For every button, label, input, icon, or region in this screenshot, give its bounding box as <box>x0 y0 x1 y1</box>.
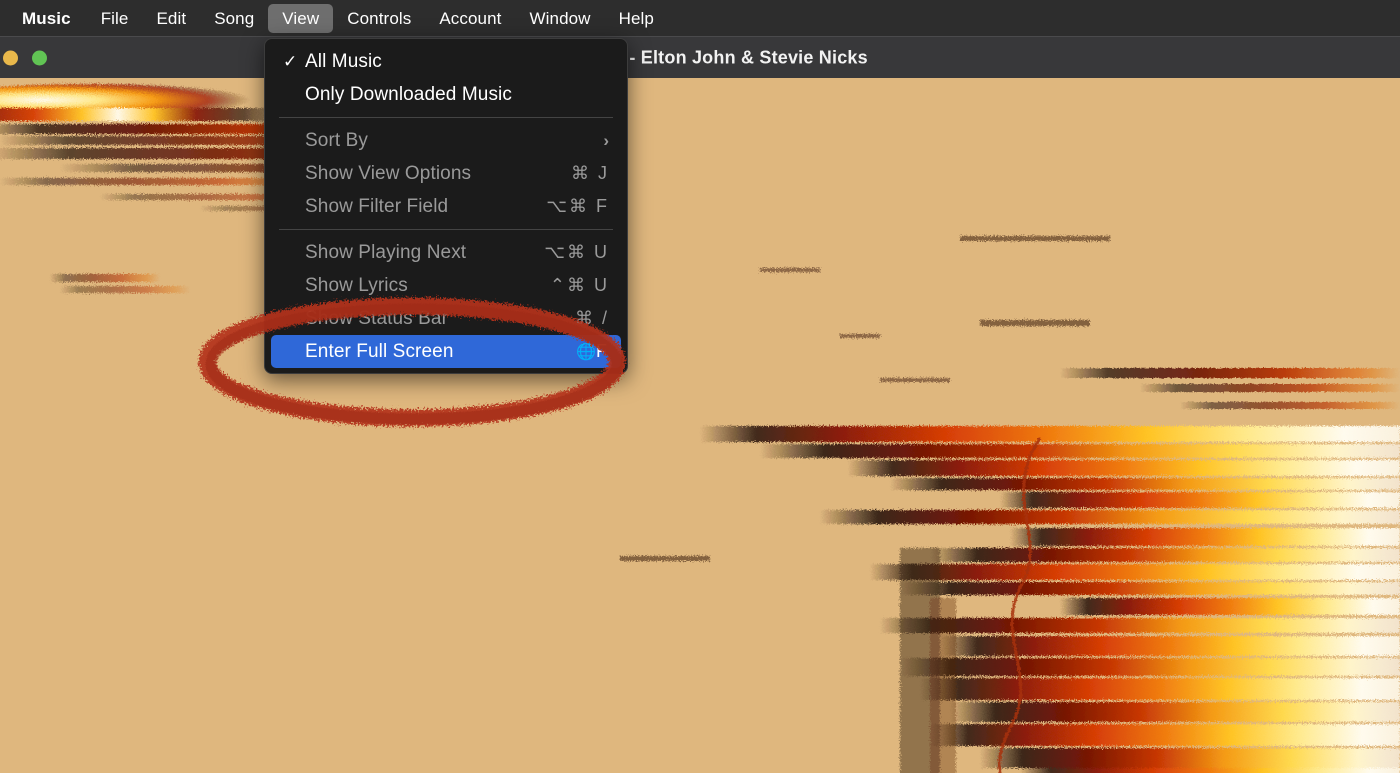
menu-item-show-view-options[interactable]: Show View Options ⌘ J <box>271 157 621 190</box>
menu-separator <box>279 229 613 230</box>
menu-bar: Music File Edit Song View Controls Accou… <box>0 0 1400 36</box>
menubar-item-window[interactable]: Window <box>516 4 605 33</box>
menu-item-label: Show Status Bar <box>305 307 449 329</box>
menu-item-label: Sort By <box>305 129 368 151</box>
menu-item-all-music[interactable]: ✓ All Music <box>271 45 621 78</box>
menubar-item-edit[interactable]: Edit <box>142 4 200 33</box>
menubar-item-view[interactable]: View <box>268 3 334 33</box>
menu-item-sort-by[interactable]: Sort By › <box>271 124 621 157</box>
menu-item-shortcut: 🌐F <box>558 341 609 362</box>
globe-icon: 🌐 <box>576 344 596 361</box>
menubar-item-song[interactable]: Song <box>200 4 268 33</box>
menu-item-show-lyrics[interactable]: Show Lyrics ⌃⌘ U <box>271 269 621 302</box>
screen-root: Stolen Car - Elton John & Stevie Nicks M… <box>0 0 1400 773</box>
menu-item-shortcut: ⌘ J <box>570 163 609 183</box>
menu-item-label: Show Playing Next <box>305 241 467 263</box>
menu-item-shortcut: ⌥⌘ F <box>546 196 609 216</box>
menu-item-label: Show Lyrics <box>305 274 408 296</box>
menu-item-shortcut-key: F <box>596 341 609 361</box>
menu-item-show-filter-field[interactable]: Show Filter Field ⌥⌘ F <box>271 190 621 223</box>
menubar-item-music[interactable]: Music <box>10 4 87 33</box>
visualizer-artwork <box>0 78 1400 773</box>
menubar-item-account[interactable]: Account <box>425 4 515 33</box>
menu-item-enter-full-screen[interactable]: Enter Full Screen 🌐F <box>271 335 621 368</box>
menubar-item-controls[interactable]: Controls <box>333 4 425 33</box>
menubar-item-file[interactable]: File <box>87 4 143 33</box>
view-dropdown-menu: ✓ All Music Only Downloaded Music Sort B… <box>264 38 628 374</box>
menu-separator <box>279 117 613 118</box>
menubar-item-help[interactable]: Help <box>605 4 668 33</box>
menu-item-label: All Music <box>305 50 382 72</box>
music-visualizer <box>0 78 1400 773</box>
window-titlebar: Stolen Car - Elton John & Stevie Nicks <box>0 36 1400 78</box>
menu-item-only-downloaded-music[interactable]: Only Downloaded Music <box>271 78 621 111</box>
menu-item-label: Enter Full Screen <box>305 340 454 362</box>
checkmark-icon: ✓ <box>283 52 298 71</box>
menu-item-shortcut: ⌥⌘ U <box>544 242 609 262</box>
menu-item-show-playing-next[interactable]: Show Playing Next ⌥⌘ U <box>271 236 621 269</box>
menu-item-shortcut: ⌘ / <box>574 308 609 328</box>
chevron-right-icon: › <box>603 130 609 150</box>
window-title: Stolen Car - Elton John & Stevie Nicks <box>532 47 868 67</box>
menu-item-show-status-bar[interactable]: Show Status Bar ⌘ / <box>271 302 621 335</box>
menu-item-label: Show Filter Field <box>305 195 449 217</box>
menu-item-label: Show View Options <box>305 162 472 184</box>
menu-item-shortcut: ⌃⌘ U <box>549 275 609 295</box>
menu-item-label: Only Downloaded Music <box>305 83 512 105</box>
